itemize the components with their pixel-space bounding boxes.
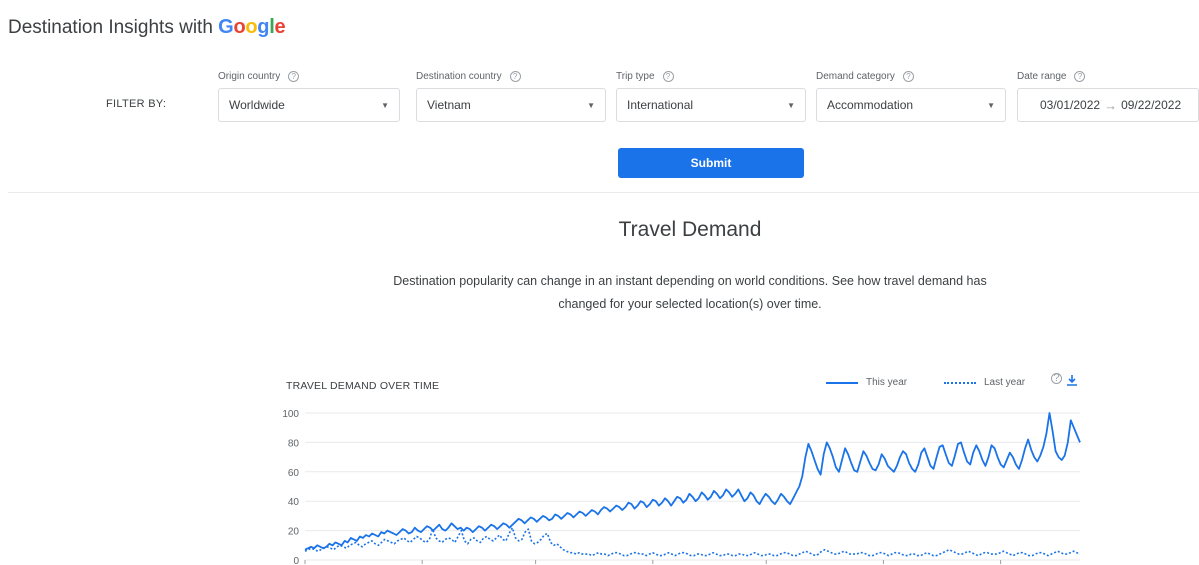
- trip-type-select[interactable]: International ▼: [616, 88, 806, 122]
- chevron-down-icon: ▼: [787, 100, 795, 110]
- origin-country-select[interactable]: Worldwide ▼: [218, 88, 400, 122]
- google-logo-letter: o: [233, 16, 246, 38]
- demand-category-filter: Demand category ? Accommodation ▼: [816, 68, 1006, 122]
- origin-country-label: Origin country: [218, 70, 281, 82]
- question-circle-icon[interactable]: ?: [1074, 70, 1086, 82]
- trip-type-filter: Trip type ? International ▼: [616, 68, 806, 122]
- date-range-start[interactable]: 03/01/2022: [1040, 98, 1100, 112]
- series-line-this-year: [304, 412, 1081, 551]
- legend-dotted-line-icon: [944, 381, 976, 384]
- download-icon[interactable]: [1066, 374, 1078, 387]
- chevron-down-icon: ▼: [587, 100, 595, 110]
- question-circle-icon[interactable]: ?: [1051, 373, 1062, 384]
- legend-last-year[interactable]: Last year: [944, 377, 1025, 388]
- question-circle-icon[interactable]: ?: [662, 70, 674, 82]
- submit-button[interactable]: Submit: [618, 148, 804, 178]
- legend-solid-line-icon: [826, 381, 858, 384]
- trip-type-label: Trip type: [616, 70, 655, 82]
- demand-category-label: Demand category: [816, 70, 895, 82]
- trip-type-value: International: [627, 98, 694, 112]
- destination-country-value: Vietnam: [427, 98, 471, 112]
- google-logo: Google: [218, 16, 285, 38]
- legend-this-year[interactable]: This year: [826, 377, 907, 388]
- destination-country-select[interactable]: Vietnam ▼: [416, 88, 606, 122]
- page-title-text: Destination Insights with: [8, 17, 213, 38]
- origin-country-value: Worldwide: [229, 98, 285, 112]
- page-title: Destination Insights with Google: [8, 16, 286, 39]
- y-tick-label: 100: [282, 409, 299, 420]
- y-tick-label: 40: [288, 497, 300, 508]
- date-range-end[interactable]: 09/22/2022: [1121, 98, 1181, 112]
- filter-by-label: FILTER BY:: [106, 98, 167, 110]
- demand-category-value: Accommodation: [827, 98, 914, 112]
- google-logo-letter: o: [245, 16, 258, 38]
- chevron-down-icon: ▼: [381, 100, 389, 110]
- destination-country-filter: Destination country ? Vietnam ▼: [416, 68, 606, 122]
- origin-country-filter: Origin country ? Worldwide ▼: [218, 68, 400, 122]
- question-circle-icon[interactable]: ?: [902, 70, 914, 82]
- divider: [8, 192, 1199, 193]
- arrow-right-icon: →: [1104, 97, 1118, 113]
- y-tick-label: 0: [293, 556, 299, 565]
- date-range-filter: Date range ? 03/01/2022 → 09/22/2022: [1017, 68, 1199, 122]
- google-logo-letter: e: [274, 16, 286, 38]
- travel-demand-chart: 02040608010003/01/202204/01/202205/01/20…: [282, 409, 1081, 565]
- section-title: Travel Demand: [618, 218, 762, 241]
- date-range-picker[interactable]: 03/01/2022 → 09/22/2022: [1017, 88, 1199, 122]
- y-tick-label: 20: [288, 527, 300, 538]
- question-circle-icon[interactable]: ?: [509, 70, 521, 82]
- google-logo-letter: g: [257, 16, 270, 38]
- date-range-label: Date range: [1017, 70, 1067, 82]
- question-circle-icon[interactable]: ?: [288, 70, 300, 82]
- google-logo-letter: G: [218, 16, 234, 38]
- section-description: Destination popularity can change in an …: [393, 274, 987, 311]
- destination-country-label: Destination country: [416, 70, 502, 82]
- legend-last-year-label: Last year: [984, 377, 1026, 388]
- legend-this-year-label: This year: [866, 377, 908, 388]
- chart-title: TRAVEL DEMAND OVER TIME: [286, 380, 440, 392]
- y-tick-label: 80: [288, 438, 300, 449]
- demand-category-select[interactable]: Accommodation ▼: [816, 88, 1006, 122]
- y-tick-label: 60: [288, 468, 300, 479]
- chevron-down-icon: ▼: [987, 100, 995, 110]
